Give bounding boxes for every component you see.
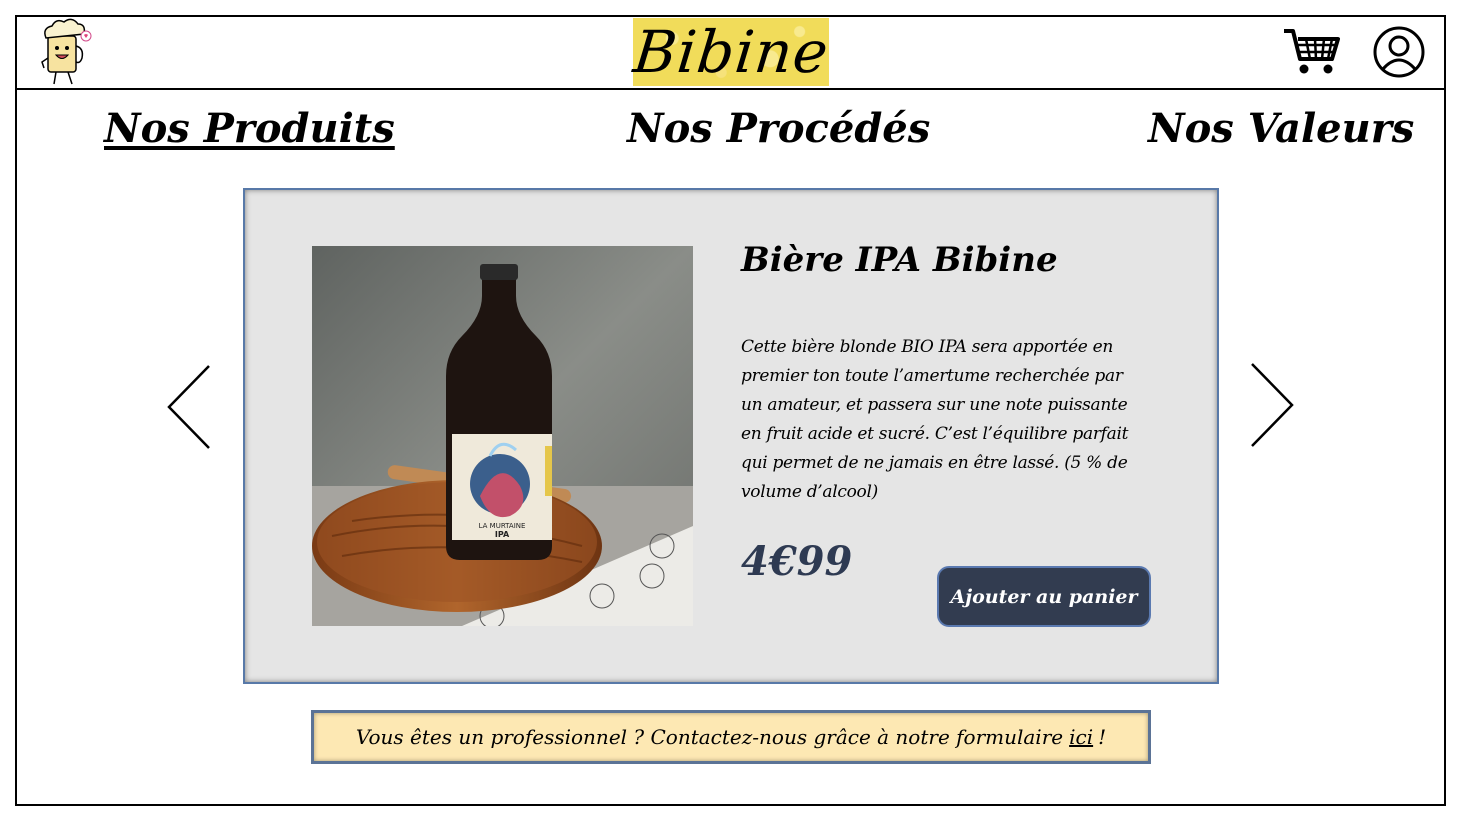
header-divider [15, 88, 1446, 90]
chevron-left-icon[interactable] [163, 362, 213, 452]
bottle-style-text: IPA [495, 530, 510, 539]
nav-item-procedes[interactable]: Nos Procédés [627, 104, 930, 154]
product-image: LA MURTAINE IPA [312, 246, 693, 626]
product-description: Cette bière blonde BIO IPA sera apportée… [741, 337, 1129, 502]
user-account-icon[interactable] [1372, 25, 1426, 79]
shopping-cart-icon[interactable] [1282, 27, 1342, 77]
pro-contact-banner: Vous êtes un professionnel ? Contactez-n… [311, 710, 1151, 764]
beer-mascot-icon[interactable] [36, 18, 96, 88]
bottle-brand-text: LA MURTAINE [479, 522, 526, 530]
product-price: 4€99 [741, 538, 853, 585]
pro-banner-text: Vous êtes un professionnel ? Contactez-n… [355, 725, 1064, 749]
nav-item-valeurs[interactable]: Nos Valeurs [1148, 104, 1414, 154]
chevron-right-icon[interactable] [1248, 360, 1298, 450]
pro-banner-end: ! [1098, 725, 1107, 749]
nav-item-produits[interactable]: Nos Produits [104, 104, 395, 154]
logo-text: Bibine [630, 18, 832, 86]
product-title: Bière IPA Bibine [741, 240, 1058, 280]
add-to-cart-button[interactable]: Ajouter au panier [937, 566, 1151, 627]
brand-logo[interactable]: Bibine [630, 18, 832, 86]
pro-contact-link[interactable]: ici [1069, 725, 1093, 749]
